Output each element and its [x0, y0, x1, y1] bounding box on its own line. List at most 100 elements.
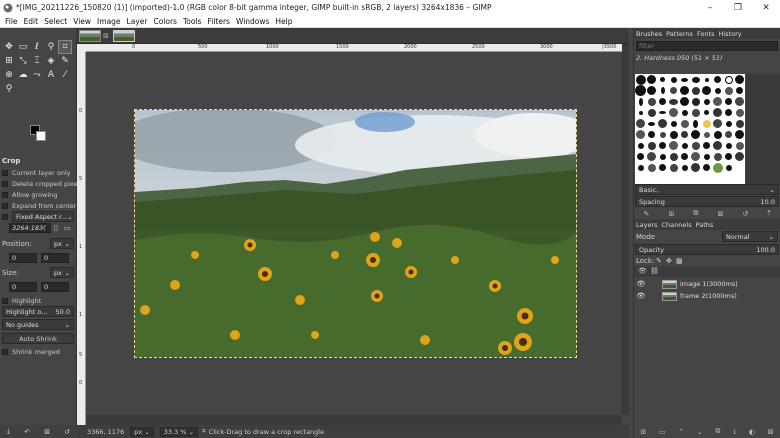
merge-layer-icon[interactable]: ⤓ [733, 427, 736, 436]
brush-cell[interactable] [635, 96, 646, 107]
brush-cell[interactable] [668, 118, 679, 129]
brush-cell[interactable] [712, 96, 723, 107]
lasso-icon[interactable]: ℓ [30, 40, 44, 54]
brush-cell[interactable] [646, 74, 657, 85]
unit-dropdown[interactable]: px ⌄ [130, 426, 154, 437]
brush-cell[interactable] [679, 107, 690, 118]
size-w-field[interactable]: 0 [9, 282, 37, 292]
maximize-button[interactable]: ❐ [724, 3, 752, 13]
brush-cell[interactable] [668, 96, 679, 107]
fixed-aspect-option[interactable]: Fixed Aspect r... ⌄ [0, 211, 77, 222]
brush-cell[interactable] [712, 129, 723, 140]
minimize-button[interactable]: – [696, 3, 724, 13]
brush-cell[interactable] [679, 96, 690, 107]
brush-cell[interactable] [657, 85, 668, 96]
zoom-icon[interactable]: ⚲ [2, 82, 16, 96]
current-layer-only-option[interactable]: Current layer only [0, 167, 77, 178]
brush-cell[interactable] [734, 85, 745, 96]
landscape-icon[interactable]: ▭ [64, 224, 71, 232]
brush-cell[interactable] [701, 85, 712, 96]
edit-brush-icon[interactable]: ✎ [644, 210, 650, 218]
brush-cell[interactable] [668, 107, 679, 118]
brush-cell[interactable] [701, 96, 712, 107]
fuzzy-select-icon[interactable]: ⚲ [44, 40, 58, 54]
brush-cell[interactable] [679, 85, 690, 96]
menu-colors[interactable]: Colors [150, 17, 180, 26]
brush-cell[interactable] [712, 162, 723, 173]
brush-cell[interactable] [635, 74, 646, 85]
position-x-field[interactable]: 0 [9, 253, 37, 263]
brush-cell[interactable] [679, 151, 690, 162]
tab-fonts[interactable]: Fonts [695, 30, 717, 38]
brush-cell[interactable] [690, 162, 701, 173]
brush-cell[interactable] [679, 129, 690, 140]
checkbox[interactable] [2, 213, 8, 220]
brush-cell[interactable] [701, 107, 712, 118]
layer-row[interactable]: 👁 image 1(3000ms) [634, 278, 780, 290]
close-button[interactable]: ✕ [752, 3, 780, 13]
menu-edit[interactable]: Edit [21, 17, 42, 26]
menu-file[interactable]: File [2, 17, 21, 26]
checkbox[interactable] [2, 348, 8, 355]
lock-alpha-icon[interactable]: ▦ [676, 257, 683, 265]
brush-cell[interactable] [635, 140, 646, 151]
bucket-icon[interactable]: ◈ [44, 54, 58, 68]
horizontal-scrollbar[interactable] [86, 415, 622, 425]
layer-name[interactable]: frame 2(1000ms) [680, 292, 737, 300]
rect-select-icon[interactable]: ▭ [16, 40, 30, 54]
portrait-icon[interactable]: ▯ [54, 224, 58, 232]
brush-cell[interactable] [712, 107, 723, 118]
auto-shrink-button[interactable]: Auto Shrink [2, 333, 74, 344]
eye-icon[interactable]: 👁 [634, 292, 648, 300]
duplicate-layer-icon[interactable]: ⧉ [715, 427, 720, 436]
position-unit-dropdown[interactable]: px ⌄ [50, 238, 74, 249]
brush-cell[interactable] [646, 96, 657, 107]
background-color[interactable] [36, 131, 46, 141]
menu-select[interactable]: Select [41, 17, 70, 26]
brush-cell[interactable] [690, 107, 701, 118]
tab-channels[interactable]: Channels [660, 221, 694, 229]
highlight-opacity-slider[interactable]: Highlight o... 50.0 [2, 306, 74, 317]
brush-cell[interactable] [723, 96, 734, 107]
spacing-slider[interactable]: Spacing 10.0 [635, 196, 779, 207]
brush-cell[interactable] [679, 162, 690, 173]
new-group-icon[interactable]: ▭ [659, 428, 666, 436]
brush-cell[interactable] [635, 129, 646, 140]
mask-icon[interactable]: ◐ [749, 428, 755, 436]
brush-cell[interactable] [723, 129, 734, 140]
brush-cell[interactable] [679, 74, 690, 85]
image-tab-1[interactable] [79, 30, 101, 42]
paths-icon[interactable]: ⤳ [30, 68, 44, 82]
brush-cell[interactable] [734, 151, 745, 162]
brush-cell[interactable] [712, 140, 723, 151]
brush-cell[interactable] [701, 118, 712, 129]
size-h-field[interactable]: 0 [41, 282, 69, 292]
brush-cell[interactable] [635, 107, 646, 118]
brush-cell[interactable] [657, 96, 668, 107]
checkbox[interactable] [2, 297, 8, 304]
checkbox[interactable] [2, 202, 8, 209]
tab-paths[interactable]: Paths [694, 221, 716, 229]
delete-layer-icon[interactable]: ⊠ [768, 428, 774, 436]
clone-icon[interactable]: ⊕ [2, 68, 16, 82]
reset-options-icon[interactable]: ↺ [64, 428, 70, 436]
tab-layers[interactable]: Layers [634, 221, 660, 229]
brush-cell[interactable] [646, 140, 657, 151]
aspect-ratio-field[interactable]: 3264:183( [9, 223, 51, 233]
brush-cell[interactable] [712, 151, 723, 162]
zoom-dropdown[interactable]: 33.3 % ⌄ [159, 426, 198, 437]
new-brush-icon[interactable]: ⊞ [668, 210, 674, 218]
brush-cell[interactable] [657, 74, 668, 85]
restore-options-icon[interactable]: ↶ [24, 428, 30, 436]
brush-cell[interactable] [668, 151, 679, 162]
position-y-field[interactable]: 0 [41, 253, 69, 263]
brush-cell[interactable] [679, 118, 690, 129]
tab-patterns[interactable]: Patterns [664, 30, 695, 38]
font-icon[interactable]: A [44, 68, 58, 82]
layer-name[interactable]: image 1(3000ms) [680, 280, 738, 288]
delete-options-icon[interactable]: ⊠ [44, 428, 50, 436]
brush-cell[interactable] [657, 129, 668, 140]
brush-cell[interactable] [679, 140, 690, 151]
brush-cell[interactable] [668, 129, 679, 140]
expand-from-center-option[interactable]: Expand from center [0, 200, 77, 211]
